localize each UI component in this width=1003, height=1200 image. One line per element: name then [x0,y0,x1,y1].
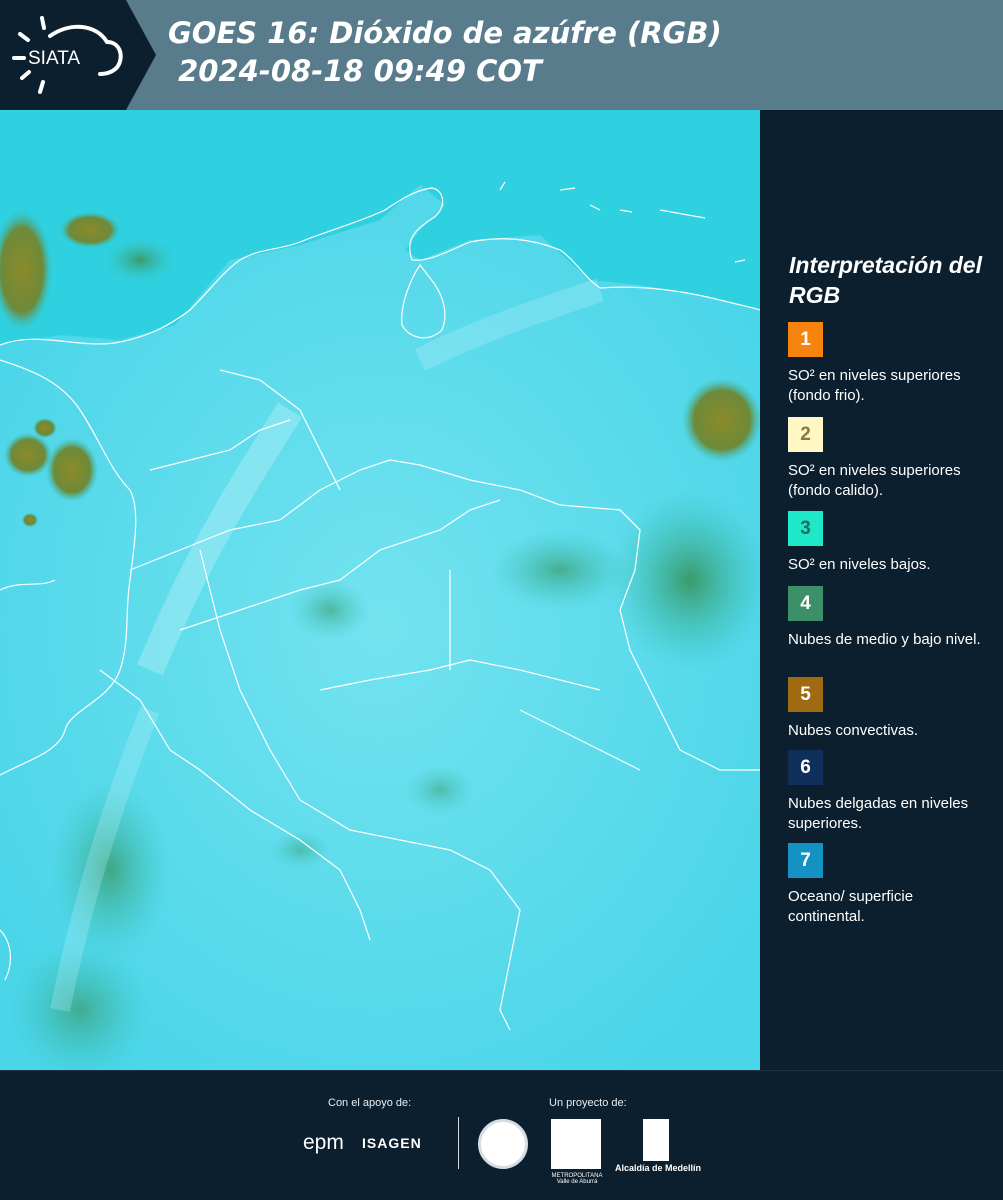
epm-logo: epm [303,1131,344,1154]
legend-label: SO² en niveles superiores (fondo calido)… [788,462,961,499]
low-cloud [270,830,330,870]
legend-swatch: 3 [788,511,823,546]
legend-label: SO² en niveles bajos. [788,556,931,573]
project-label: Un proyecto de: [549,1097,627,1109]
legend-number: 4 [800,592,811,614]
legend-label: SO² en niveles superiores (fondo frio). [788,367,961,404]
legend-label: Nubes convectivas. [788,722,919,739]
isagen-logo: ISAGEN [362,1135,422,1151]
legend-item-3: 3 SO² en niveles bajos. [788,511,988,575]
legend-number: 5 [800,683,811,705]
footer-divider [458,1117,459,1169]
legend-swatch: 6 [788,750,823,785]
title-line-2: 2024-08-18 09:49 COT [168,54,542,88]
area-metropolitana-logo [551,1119,601,1169]
legend-item-6: 6 Nubes delgadas en niveles superiores. [788,750,988,834]
footer: Con el apoyo de: Un proyecto de: epm ISA… [0,1070,1003,1200]
legend-label: Oceano/ superficie continental. [788,888,914,925]
legend-swatch: 5 [788,677,823,712]
convective-cloud [682,378,760,462]
logo-text: SIATA [28,48,80,69]
legend-swatch: 2 [788,417,823,452]
low-cloud [105,238,175,282]
legend-number: 2 [800,423,811,445]
legend-swatch: 7 [788,843,823,878]
convective-cloud [33,418,57,438]
legend-title: Interpretación del RGB [789,252,982,308]
medellin-seal-icon [478,1119,528,1169]
legend-number: 1 [800,328,811,350]
title-line-1: GOES 16: Dióxido de azúfre (RGB) [168,16,722,50]
siata-logo: SIATA [12,16,123,94]
legend-label: Nubes de medio y bajo nivel. [788,631,981,648]
legend-item-4: 4 Nubes de medio y bajo nivel. [788,586,988,650]
legend-number: 3 [800,517,811,539]
metro-text: METROPOLITANA Valle de Aburrá [551,1173,603,1185]
low-cloud [405,765,475,815]
page-title: GOES 16: Dióxido de azúfre (RGB) 2024-08… [168,14,722,90]
convective-cloud [46,438,98,502]
legend-number: 7 [800,849,811,871]
low-cloud [490,530,630,610]
convective-cloud [22,513,38,527]
legend-item-5: 5 Nubes convectivas. [788,677,988,741]
legend-item-2: 2 SO² en niveles superiores (fondo calid… [788,417,988,501]
satellite-map-svg [0,110,760,1070]
satellite-map[interactable] [0,110,760,1070]
legend-swatch: 1 [788,322,823,357]
legend-panel: Interpretación del RGB 1 SO² en niveles … [760,110,1003,1070]
support-label: Con el apoyo de: [328,1097,412,1109]
legend-number: 6 [800,756,811,778]
legend-item-1: 1 SO² en niveles superiores (fondo frio)… [788,322,988,406]
legend-label: Nubes delgadas en niveles superiores. [788,795,969,832]
legend-item-7: 7 Oceano/ superficie continental. [788,843,988,927]
convective-cloud [60,212,120,248]
alcaldia-emblem-icon [643,1119,669,1161]
header: SIATA GOES 16: Dióxido de azúfre (RGB) 2… [0,0,1003,110]
logo-block: SIATA [0,0,156,110]
alcaldia-text: Alcaldía de Medellín [614,1163,702,1173]
legend-swatch: 4 [788,586,823,621]
convective-cloud [4,433,52,477]
